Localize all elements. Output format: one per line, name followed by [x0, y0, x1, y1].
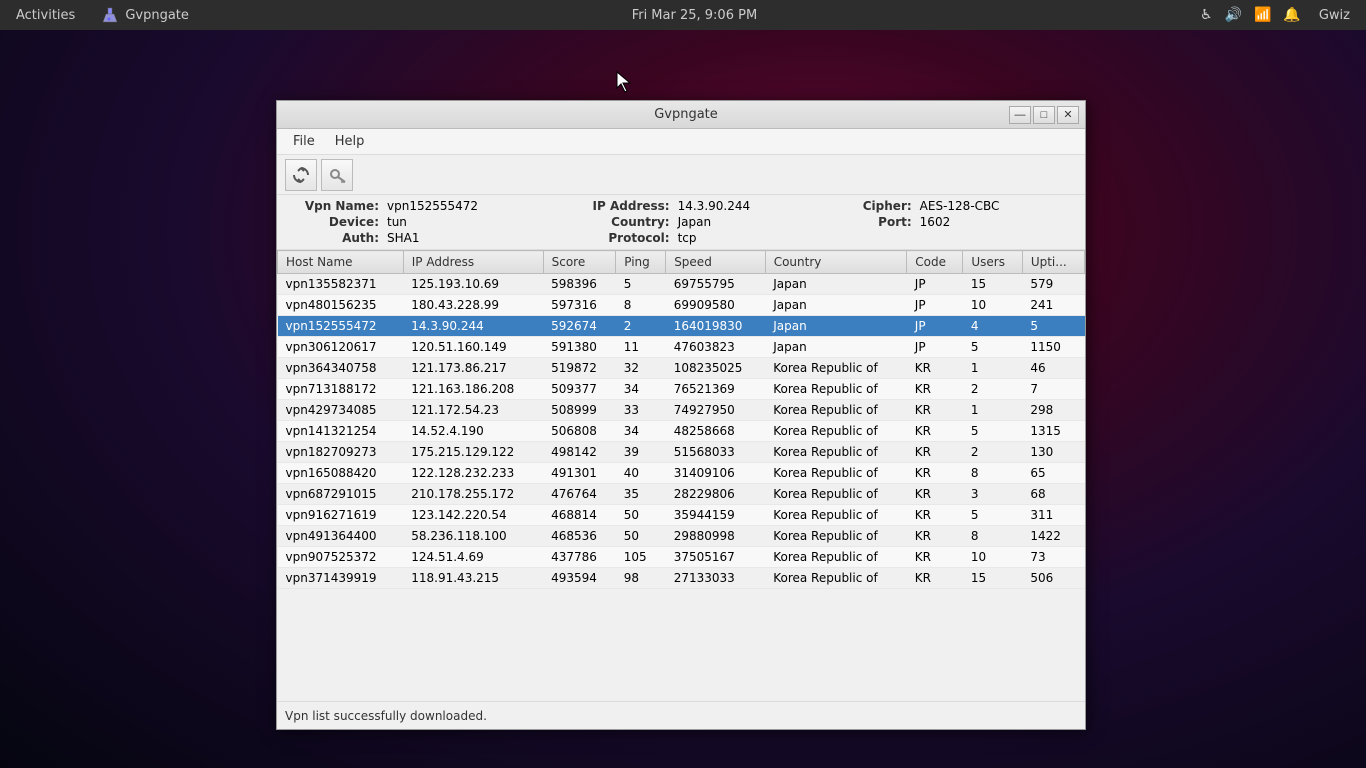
col-ip[interactable]: IP Address	[403, 251, 543, 274]
table-scroll-area[interactable]: Host Name IP Address Score Ping Speed Co…	[277, 250, 1085, 701]
topbar: Activities Gvpngate Fri Mar 25, 9:06 PM …	[0, 0, 1366, 30]
toolbar	[277, 155, 1085, 195]
accessibility-icon: ♿	[1200, 7, 1213, 23]
col-ping[interactable]: Ping	[616, 251, 666, 274]
table-header-row: Host Name IP Address Score Ping Speed Co…	[278, 251, 1085, 274]
window-maximize-button[interactable]: □	[1033, 106, 1055, 124]
menubar: File Help	[277, 129, 1085, 155]
table-row[interactable]: vpn687291015210.178.255.1724767643528229…	[278, 484, 1085, 505]
table-row[interactable]: vpn429734085121.172.54.23508999337492795…	[278, 400, 1085, 421]
refresh-button[interactable]	[285, 159, 317, 191]
table-row[interactable]: vpn15255547214.3.90.2445926742164019830J…	[278, 316, 1085, 337]
window-controls: — □ ✕	[1009, 106, 1079, 124]
table-row[interactable]: vpn306120617120.51.160.14959138011476038…	[278, 337, 1085, 358]
key-icon	[327, 165, 347, 185]
app-launcher[interactable]: Gvpngate	[101, 6, 189, 24]
table-row[interactable]: vpn364340758121.173.86.21751987232108235…	[278, 358, 1085, 379]
vpn-info-panel: Vpn Name:vpn152555472 IP Address:14.3.90…	[277, 195, 1085, 250]
table-row[interactable]: vpn916271619123.142.220.5446881450359441…	[278, 505, 1085, 526]
menu-help[interactable]: Help	[327, 132, 373, 151]
col-hostname[interactable]: Host Name	[278, 251, 404, 274]
col-country[interactable]: Country	[765, 251, 907, 274]
gvpngate-window: Gvpngate — □ ✕ File Help	[276, 100, 1086, 730]
window-titlebar: Gvpngate — □ ✕	[277, 101, 1085, 129]
datetime-display: Fri Mar 25, 9:06 PM	[632, 8, 757, 23]
vpn-table-container: Host Name IP Address Score Ping Speed Co…	[277, 250, 1085, 701]
user-name[interactable]: Gwiz	[1313, 6, 1356, 25]
table-row[interactable]: vpn713188172121.163.186.2085093773476521…	[278, 379, 1085, 400]
refresh-icon	[291, 165, 311, 185]
wifi-icon: 📶	[1254, 7, 1271, 23]
vpn-table: Host Name IP Address Score Ping Speed Co…	[277, 250, 1085, 589]
col-score[interactable]: Score	[543, 251, 616, 274]
table-row[interactable]: vpn480156235180.43.228.99597316869909580…	[278, 295, 1085, 316]
status-message: Vpn list successfully downloaded.	[285, 709, 487, 723]
table-row[interactable]: vpn371439919118.91.43.215493594982713303…	[278, 568, 1085, 589]
table-row[interactable]: vpn49136440058.236.118.10046853650298809…	[278, 526, 1085, 547]
statusbar: Vpn list successfully downloaded.	[277, 701, 1085, 729]
window-close-button[interactable]: ✕	[1057, 106, 1079, 124]
table-row[interactable]: vpn907525372124.51.4.6943778610537505167…	[278, 547, 1085, 568]
window-title: Gvpngate	[363, 107, 1009, 122]
flask-icon	[101, 6, 119, 24]
menu-file[interactable]: File	[285, 132, 323, 151]
app-name: Gvpngate	[125, 8, 189, 23]
col-code[interactable]: Code	[907, 251, 963, 274]
col-speed[interactable]: Speed	[666, 251, 766, 274]
table-row[interactable]: vpn14132125414.52.4.1905068083448258668K…	[278, 421, 1085, 442]
connect-button[interactable]	[321, 159, 353, 191]
notification-icon: 🔔	[1283, 7, 1300, 23]
window-minimize-button[interactable]: —	[1009, 106, 1031, 124]
table-row[interactable]: vpn182709273175.215.129.1224981423951568…	[278, 442, 1085, 463]
col-uptime[interactable]: Upti...	[1022, 251, 1084, 274]
table-row[interactable]: vpn135582371125.193.10.69598396569755795…	[278, 274, 1085, 295]
table-row[interactable]: vpn165088420122.128.232.2334913014031409…	[278, 463, 1085, 484]
col-users[interactable]: Users	[963, 251, 1022, 274]
volume-icon: 🔊	[1225, 7, 1242, 23]
activities-button[interactable]: Activities	[10, 6, 81, 25]
